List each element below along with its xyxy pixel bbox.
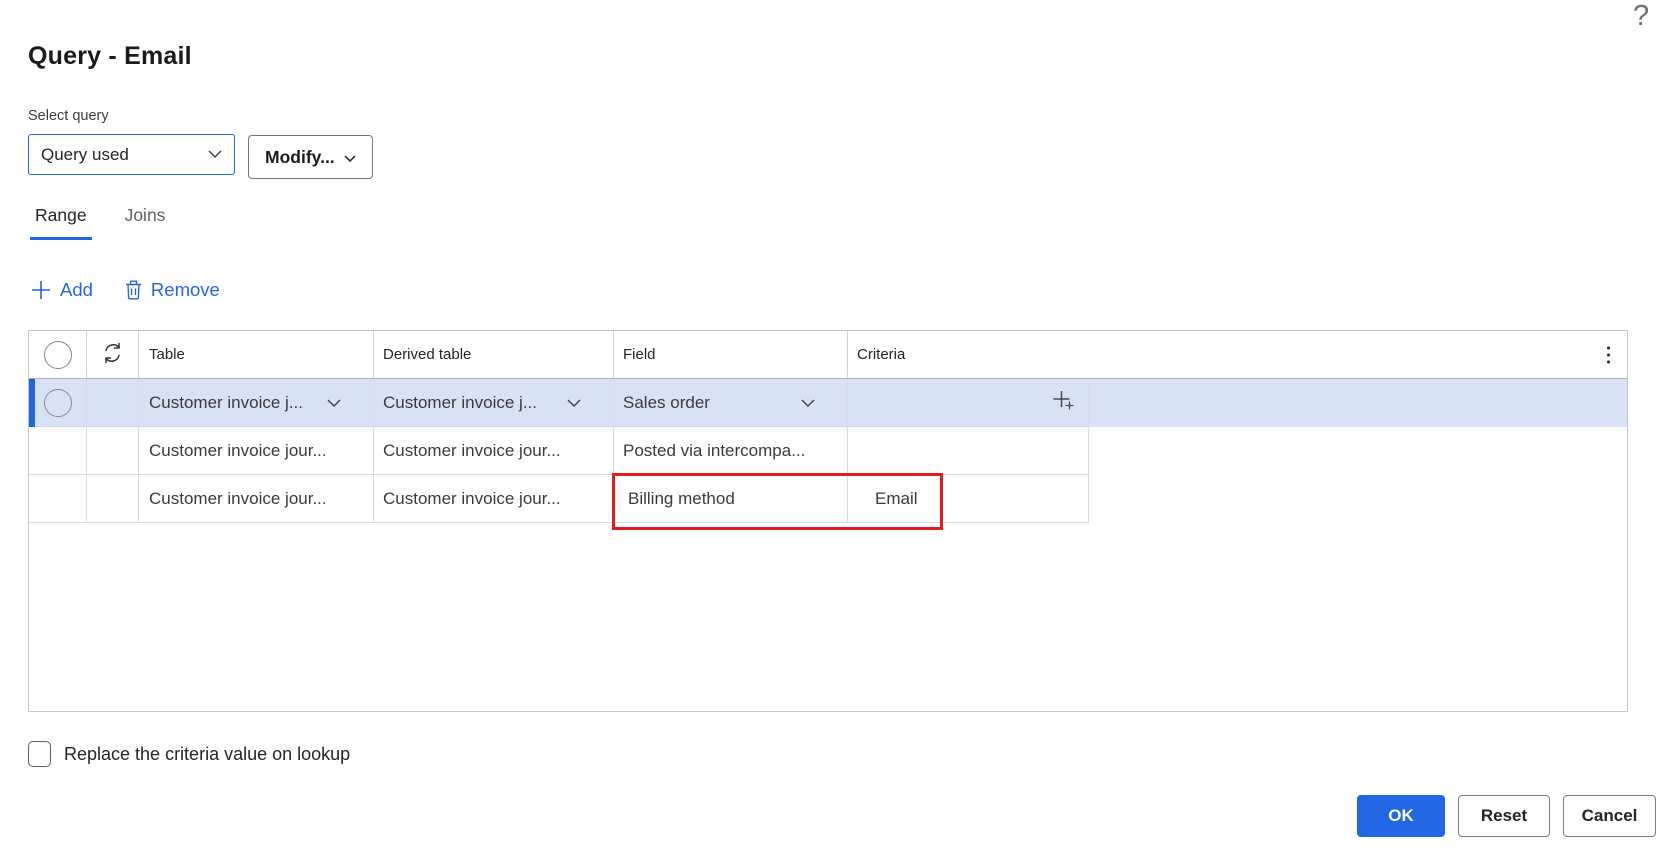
chevron-down-icon: [344, 147, 356, 168]
cell-value: Sales order: [623, 392, 710, 412]
row-filler: [1089, 379, 1627, 427]
reset-button[interactable]: Reset: [1458, 795, 1550, 837]
modify-button-label: Modify...: [265, 146, 335, 167]
cancel-button[interactable]: Cancel: [1563, 795, 1656, 837]
column-header-derived-table[interactable]: Derived table: [374, 331, 614, 378]
tab-joins[interactable]: Joins: [120, 203, 171, 240]
table-cell[interactable]: Customer invoice jour...: [139, 475, 374, 523]
derived-table-cell-dropdown[interactable]: Customer invoice j...: [374, 379, 614, 427]
replace-criteria-option: Replace the criteria value on lookup: [28, 741, 350, 767]
criteria-cell[interactable]: Email: [848, 475, 1089, 523]
trash-icon: [125, 280, 142, 300]
cell-value: Customer invoice j...: [383, 392, 537, 412]
grid-toolbar: Add Remove: [31, 279, 220, 301]
tab-range[interactable]: Range: [30, 203, 92, 240]
plus-icon: [31, 280, 51, 300]
dialog-footer: OK Reset Cancel: [1357, 795, 1656, 837]
field-cell[interactable]: Billing method: [614, 475, 848, 523]
add-filter-icon[interactable]: [1051, 389, 1076, 417]
chevron-down-icon[interactable]: [801, 393, 815, 413]
chevron-down-icon[interactable]: [567, 393, 581, 413]
row-selector[interactable]: [29, 475, 87, 523]
table-cell-dropdown[interactable]: Customer invoice j...: [139, 379, 374, 427]
column-header-table[interactable]: Table: [139, 331, 374, 378]
row-selector[interactable]: [29, 427, 87, 475]
row-refresh-cell: [87, 475, 139, 523]
remove-button-label: Remove: [150, 279, 220, 300]
modify-button[interactable]: Modify...: [248, 135, 373, 179]
table-row[interactable]: Customer invoice jour... Customer invoic…: [29, 475, 1627, 523]
column-header-criteria-label: Criteria: [857, 346, 906, 363]
row-filler: [1089, 475, 1627, 523]
field-cell-dropdown[interactable]: Sales order: [614, 379, 848, 427]
grid-header-row: Table Derived table Field Criteria: [29, 331, 1627, 379]
remove-button[interactable]: Remove: [125, 279, 220, 301]
table-row[interactable]: Customer invoice jour... Customer invoic…: [29, 427, 1627, 475]
criteria-cell[interactable]: [848, 427, 1089, 475]
query-range-grid: Table Derived table Field Criteria Custo…: [28, 330, 1628, 712]
chevron-down-icon[interactable]: [327, 393, 341, 413]
ok-button[interactable]: OK: [1357, 795, 1445, 837]
select-all-column-header[interactable]: [29, 331, 87, 378]
derived-table-cell[interactable]: Customer invoice jour...: [374, 427, 614, 475]
row-selector[interactable]: [29, 379, 87, 427]
table-row[interactable]: Customer invoice j... Customer invoice j…: [29, 379, 1627, 427]
select-query-label: Select query: [28, 108, 109, 124]
field-cell[interactable]: Posted via intercompa...: [614, 427, 848, 475]
row-filler: [1089, 427, 1627, 475]
page-title: Query - Email: [28, 42, 192, 70]
table-cell[interactable]: Customer invoice jour...: [139, 427, 374, 475]
column-header-field[interactable]: Field: [614, 331, 848, 378]
refresh-icon: [100, 341, 125, 369]
help-icon[interactable]: ?: [1633, 0, 1649, 33]
row-refresh-cell: [87, 379, 139, 427]
replace-criteria-label: Replace the criteria value on lookup: [64, 743, 351, 764]
grid-body: Customer invoice j... Customer invoice j…: [29, 379, 1627, 523]
add-button-label: Add: [60, 279, 93, 300]
tab-bar: Range Joins: [30, 203, 170, 240]
radio-circle-icon[interactable]: [43, 340, 72, 369]
column-header-criteria[interactable]: Criteria: [848, 331, 1627, 378]
refresh-column-header[interactable]: [87, 331, 139, 378]
radio-circle-icon[interactable]: [43, 388, 72, 417]
replace-criteria-checkbox[interactable]: [28, 741, 51, 767]
more-options-icon[interactable]: [1604, 343, 1613, 366]
criteria-cell[interactable]: [848, 379, 1089, 427]
derived-table-cell[interactable]: Customer invoice jour...: [374, 475, 614, 523]
add-button[interactable]: Add: [31, 279, 93, 301]
row-refresh-cell: [87, 427, 139, 475]
select-query-dropdown[interactable]: Query used: [28, 134, 235, 175]
chevron-down-icon: [208, 146, 222, 164]
cell-value: Customer invoice j...: [149, 392, 303, 412]
select-query-value: Query used: [41, 144, 129, 164]
